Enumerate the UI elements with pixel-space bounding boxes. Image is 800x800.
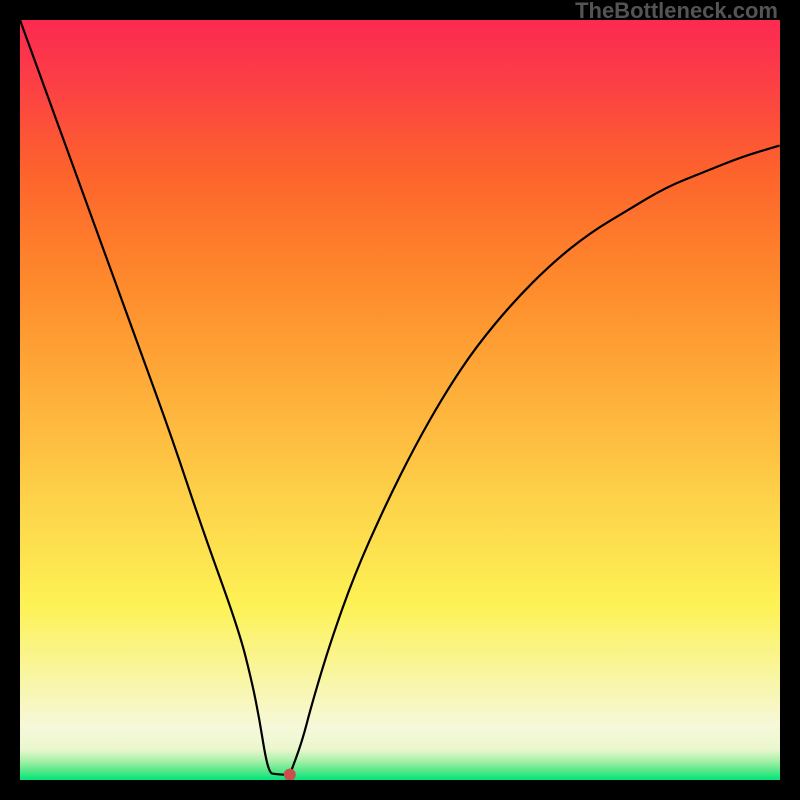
minimum-marker-dot: [284, 769, 296, 780]
bottleneck-curve: [20, 20, 780, 775]
curve-layer: [20, 20, 780, 780]
plot-area: [20, 20, 780, 780]
watermark-text: TheBottleneck.com: [575, 0, 778, 22]
chart-container: TheBottleneck.com: [0, 0, 800, 800]
